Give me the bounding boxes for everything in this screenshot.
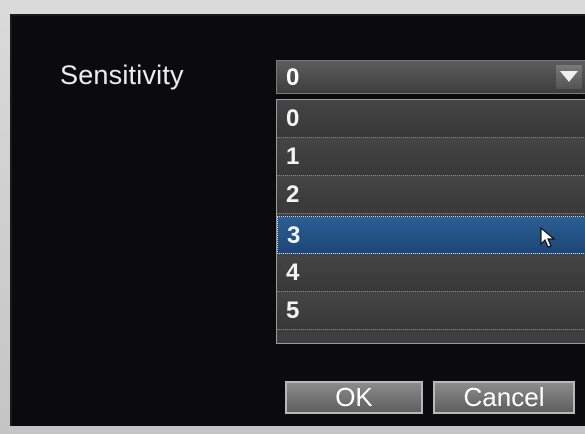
option-0[interactable]: 0 bbox=[277, 100, 585, 138]
option-1[interactable]: 1 bbox=[277, 138, 585, 176]
option-label: 1 bbox=[286, 143, 300, 170]
option-5[interactable]: 5 bbox=[277, 292, 585, 330]
option-label: 0 bbox=[286, 105, 300, 132]
option-label: 2 bbox=[286, 181, 300, 208]
sensitivity-dialog: Sensitivity 0 0 1 2 3 4 5 bbox=[10, 14, 585, 426]
option-3[interactable]: 3 bbox=[277, 216, 585, 254]
sensitivity-dropdown-list: 0 1 2 3 4 5 bbox=[276, 99, 585, 344]
option-2[interactable]: 2 bbox=[277, 176, 585, 214]
sensitivity-label: Sensitivity bbox=[60, 60, 184, 90]
option-label: 3 bbox=[287, 222, 301, 249]
ok-button[interactable]: OK bbox=[285, 381, 423, 414]
sensitivity-select-value: 0 bbox=[286, 64, 300, 91]
monitor-bezel: Sensitivity 0 0 1 2 3 4 5 OK Cancel bbox=[0, 0, 585, 434]
option-4[interactable]: 4 bbox=[277, 254, 585, 292]
option-label: 4 bbox=[286, 259, 300, 286]
dropdown-arrow-icon bbox=[560, 71, 578, 82]
dropdown-arrow-button[interactable] bbox=[556, 65, 582, 89]
option-label: 5 bbox=[286, 297, 300, 324]
cancel-button[interactable]: Cancel bbox=[433, 381, 575, 414]
mouse-cursor-icon bbox=[540, 227, 556, 248]
sensitivity-select[interactable]: 0 bbox=[276, 60, 585, 94]
